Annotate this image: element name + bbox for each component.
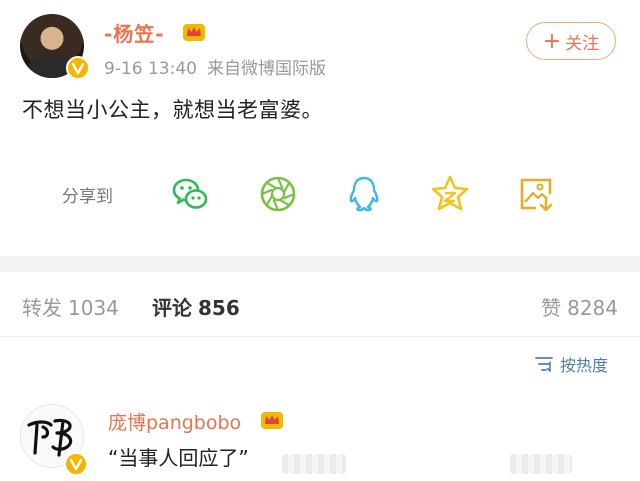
plus-icon: + (542, 28, 562, 54)
comment-item: 庞博pangbobo “当事人回应了” (0, 390, 640, 481)
sort-label: 按热度 (560, 356, 609, 375)
author-name[interactable]: -杨笠- (104, 18, 165, 47)
post-date: 9-16 13:40 (104, 59, 197, 79)
vip-crown-icon (183, 24, 205, 41)
sort-by-hot-button[interactable]: 按热度 (534, 352, 608, 376)
qq-icon[interactable] (344, 174, 384, 214)
follow-button[interactable]: + 关注 (526, 22, 616, 60)
tabs-divider (0, 336, 640, 337)
redacted-area (282, 454, 346, 474)
comment-text: “当事人回应了” (108, 446, 249, 470)
moments-icon[interactable] (258, 174, 298, 214)
tab-comment-count: 856 (198, 296, 240, 320)
tab-repost[interactable]: 转发 1034 (22, 292, 119, 321)
post-header: -杨笠- 9-16 13:40 来自微博国际版 + 关注 (0, 0, 640, 90)
qzone-icon[interactable] (430, 174, 470, 214)
verified-badge-icon (64, 452, 88, 476)
tab-comment-label: 评论 (152, 296, 192, 320)
share-row: 分享到 (0, 168, 640, 218)
post-source: 来自微博国际版 (206, 59, 326, 79)
tab-repost-label: 转发 (22, 296, 62, 320)
section-divider (0, 256, 640, 272)
sort-icon (535, 357, 553, 372)
share-label: 分享到 (62, 187, 113, 207)
redacted-area (510, 454, 572, 474)
tab-comment[interactable]: 评论 856 (152, 292, 240, 321)
tab-like-label: 赞 (541, 296, 562, 320)
tab-like-count: 8284 (567, 296, 618, 320)
tab-repost-count: 1034 (68, 296, 119, 320)
wechat-icon[interactable] (170, 174, 210, 214)
vip-crown-icon (261, 412, 283, 429)
post-text: 不想当小公主，就想当老富婆。 (22, 98, 323, 122)
verified-badge-icon (66, 56, 90, 80)
save-image-icon[interactable] (516, 174, 556, 214)
post-meta: 9-16 13:40 来自微博国际版 (104, 54, 326, 79)
commenter-name[interactable]: 庞博pangbobo (108, 408, 241, 435)
follow-label: 关注 (565, 33, 600, 54)
tab-like[interactable]: 赞 8284 (541, 292, 618, 321)
interaction-tabs: 转发 1034 评论 856 赞 8284 (0, 272, 640, 336)
